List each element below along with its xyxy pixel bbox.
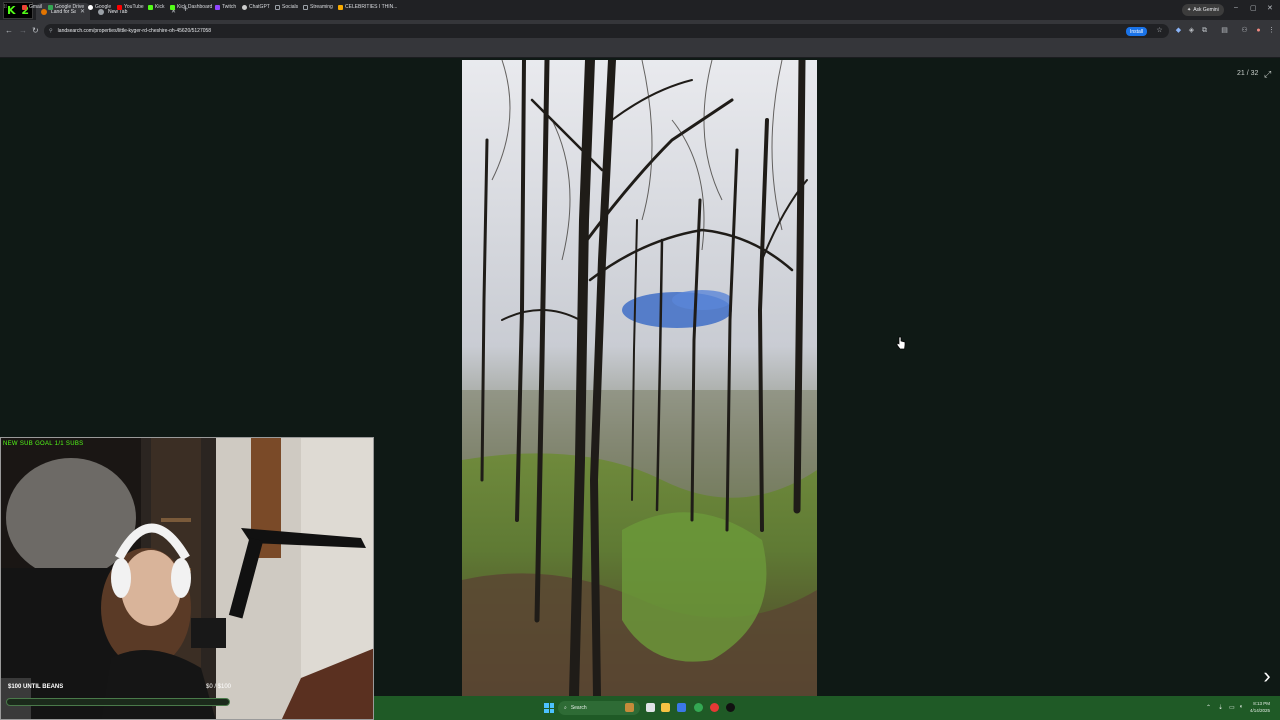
- twitch-icon: [215, 4, 220, 10]
- bookmark-label: YouTube: [124, 4, 144, 10]
- bookmark-label: Streaming: [310, 4, 333, 10]
- clock-time: 8:13 PM: [1253, 701, 1271, 706]
- address-bar[interactable]: ⚲ landsearch.com/properties/little-kyger…: [44, 24, 1169, 38]
- folder-icon: [275, 4, 280, 10]
- extension-icon[interactable]: ◈: [1187, 26, 1196, 35]
- taskbar-clock[interactable]: 8:13 PM 4/14/2025: [1250, 700, 1270, 714]
- bookmark-page-icon: [338, 4, 343, 10]
- ask-gemini-button[interactable]: ✦ Ask Gemini: [1182, 4, 1224, 16]
- close-window-button[interactable]: ✕: [1267, 4, 1273, 12]
- chrome-icon[interactable]: [694, 703, 703, 712]
- taskbar-search-placeholder: Search: [570, 705, 587, 711]
- gemini-sparkle-icon: ✦: [1187, 7, 1192, 13]
- streamer-webcam: [0, 437, 374, 720]
- next-photo-button[interactable]: ›: [1258, 664, 1276, 688]
- forward-arrow-icon[interactable]: →: [19, 26, 27, 35]
- avatar[interactable]: ●: [1254, 26, 1263, 35]
- reload-icon[interactable]: ↻: [32, 26, 39, 35]
- windows-taskbar: [374, 696, 1280, 720]
- kick-icon: [170, 4, 175, 10]
- apps-grid-icon[interactable]: ⁞⁞: [4, 4, 7, 10]
- bookmark-folder-socials[interactable]: Socials: [275, 4, 298, 10]
- obs-app-icon[interactable]: [710, 703, 719, 712]
- google-icon: [88, 4, 93, 10]
- side-panel-icon[interactable]: ▤: [1220, 26, 1229, 35]
- bookmark-twitch[interactable]: Twitch: [215, 4, 236, 10]
- app-icon[interactable]: [677, 703, 686, 712]
- bookmark-google[interactable]: Google: [88, 4, 111, 10]
- hand-cursor-icon: [896, 336, 906, 350]
- bookmark-google-drive[interactable]: Google Drive: [48, 4, 84, 10]
- sub-goal-label: NEW SUB GOAL 1/1 SUBS: [3, 441, 84, 447]
- task-view-icon[interactable]: [646, 703, 655, 712]
- gmail-icon: [22, 4, 27, 10]
- bookmark-folder-streaming[interactable]: Streaming: [303, 4, 333, 10]
- bookmark-chatgpt[interactable]: ChatGPT: [242, 4, 270, 10]
- bookmarks-bar: [0, 42, 1280, 58]
- donation-goal-progress-bar: [6, 698, 230, 706]
- menu-dots-icon[interactable]: ⋮: [1267, 26, 1276, 35]
- browser-tab-strip: [0, 0, 1280, 20]
- bookmark-label: Kick: [155, 4, 165, 10]
- volume-icon[interactable]: ◖: [1239, 704, 1243, 710]
- back-arrow-icon[interactable]: ←: [5, 26, 13, 35]
- address-url[interactable]: landsearch.com/properties/little-kyger-r…: [58, 28, 211, 34]
- clock-date: 4/14/2025: [1250, 708, 1271, 713]
- bookmark-label: Socials: [282, 4, 299, 10]
- kick-logo-icon: K: [6, 4, 16, 17]
- photo-counter: 21 / 32: [1237, 70, 1259, 77]
- search-icon: ⌕: [564, 705, 567, 711]
- install-app-button[interactable]: Install: [1126, 27, 1148, 36]
- folder-icon: [303, 4, 308, 10]
- fullscreen-icon[interactable]: ⤢: [1264, 69, 1271, 80]
- install-label: Install: [1130, 28, 1144, 35]
- chatgpt-icon: [242, 4, 247, 10]
- drive-icon: [48, 4, 53, 10]
- bookmark-youtube[interactable]: YouTube: [117, 4, 144, 10]
- windows-start-icon[interactable]: [544, 703, 554, 713]
- extension-icon[interactable]: ◆: [1174, 26, 1183, 35]
- donation-goal-amount: $0 / $100: [206, 684, 232, 690]
- profile-icon[interactable]: ⚇: [1240, 26, 1249, 35]
- bookmark-label: Gmail: [29, 4, 43, 10]
- network-icon[interactable]: ▭: [1229, 704, 1235, 711]
- ask-gemini-label: Ask Gemini: [1193, 7, 1219, 13]
- maximize-button[interactable]: ▢: [1250, 4, 1257, 12]
- property-photo: [462, 60, 817, 696]
- bookmark-star-icon[interactable]: ☆: [1155, 26, 1164, 35]
- kick-icon: [148, 4, 153, 10]
- bookmark-label: CELEBRITIES I THIN...: [345, 4, 398, 10]
- bookmark-label: Kick Dashboard: [177, 4, 213, 10]
- bookmark-label: Google Drive: [55, 4, 85, 10]
- file-explorer-icon[interactable]: [661, 703, 670, 712]
- show-hidden-icons-icon[interactable]: ⌃: [1206, 704, 1211, 711]
- extension-puzzle-icon[interactable]: ⧉: [1200, 26, 1209, 35]
- youtube-icon: [117, 4, 122, 10]
- bookmark-kick[interactable]: Kick: [148, 4, 164, 10]
- download-icon[interactable]: ⇣: [1218, 704, 1223, 711]
- minimize-button[interactable]: –: [1234, 4, 1238, 11]
- bookmark-label: Twitch: [222, 4, 237, 10]
- bookmark-label: Google: [95, 4, 112, 10]
- bookmark-celebrities[interactable]: CELEBRITIES I THIN...: [338, 4, 397, 10]
- bookmark-gmail[interactable]: Gmail: [22, 4, 42, 10]
- widgets-icon[interactable]: [625, 703, 634, 712]
- bookmark-kick-dashboard[interactable]: Kick Dashboard: [170, 4, 212, 10]
- streaming-app-icon[interactable]: [726, 703, 735, 712]
- site-info-icon[interactable]: ⚲: [49, 28, 53, 34]
- bookmark-label: ChatGPT: [249, 4, 270, 10]
- donation-goal-title: $100 UNTIL BEANS: [8, 684, 64, 690]
